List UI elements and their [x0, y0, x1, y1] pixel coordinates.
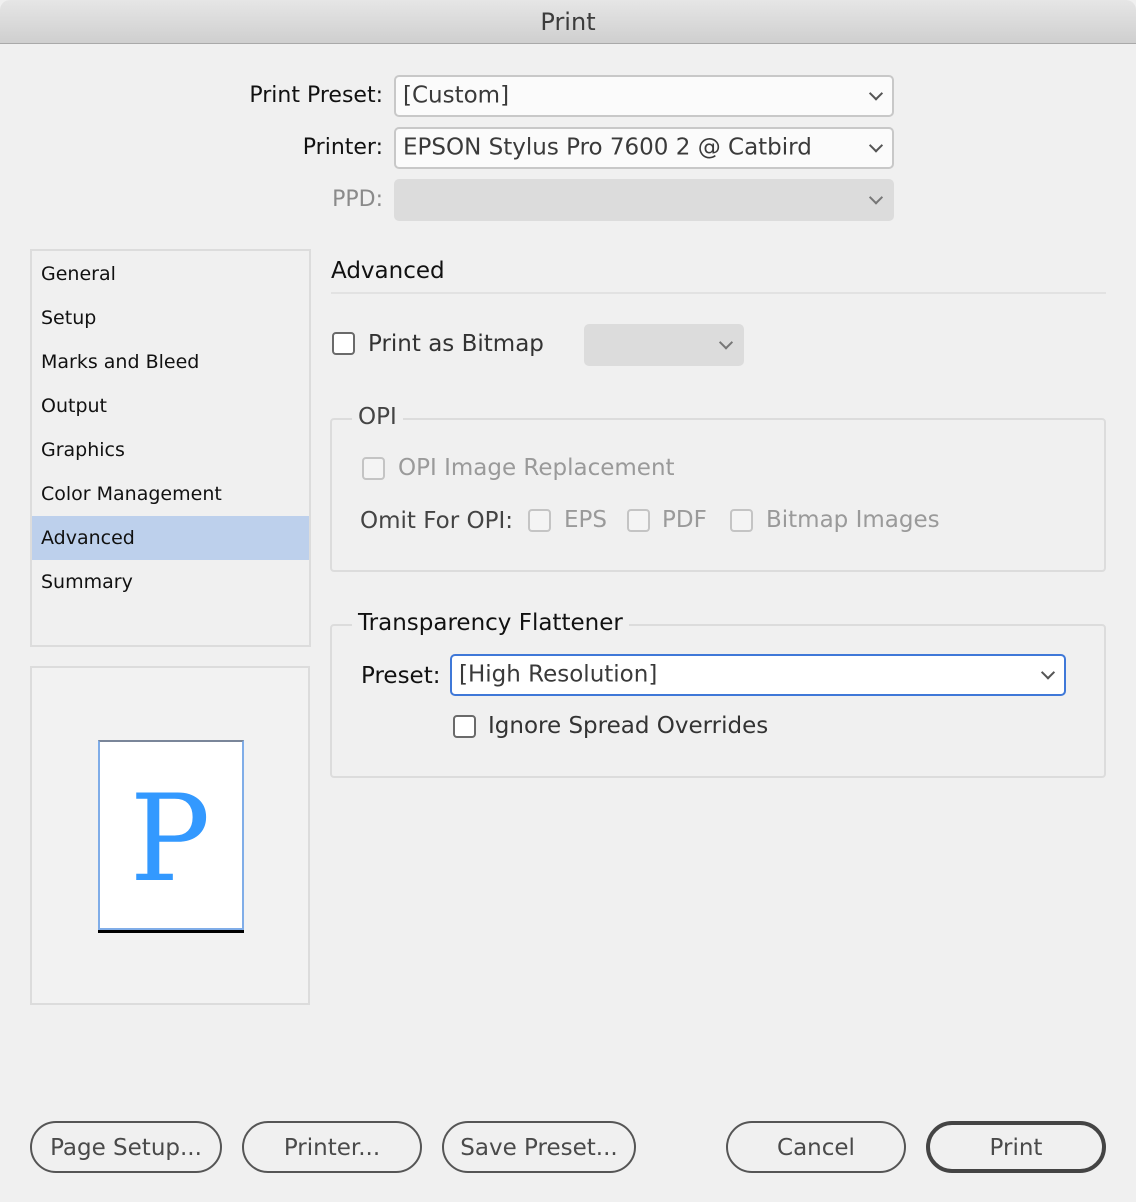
preview-page: P — [98, 740, 244, 930]
category-list: General Setup Marks and Bleed Output Gra… — [30, 249, 311, 647]
sidebar-item-graphics[interactable]: Graphics — [32, 428, 309, 472]
printer-button[interactable]: Printer... — [242, 1121, 422, 1173]
omit-bitmap-images-label: Bitmap Images — [766, 507, 940, 533]
omit-eps-label: EPS — [564, 507, 608, 533]
chevron-down-icon — [868, 190, 884, 205]
chevron-down-icon — [868, 138, 884, 153]
ppd-label: PPD: — [332, 187, 383, 212]
transparency-flattener-group — [330, 624, 1106, 778]
sidebar-item-advanced[interactable]: Advanced — [32, 516, 309, 560]
printer-label: Printer: — [302, 135, 383, 160]
omit-pdf-checkbox[interactable] — [627, 509, 650, 532]
window-title-bar: Print — [0, 0, 1136, 44]
omit-bitmap-images-checkbox[interactable] — [730, 509, 753, 532]
page-setup-button[interactable]: Page Setup... — [30, 1121, 222, 1173]
opi-group-title: OPI — [352, 404, 403, 430]
ignore-spread-overrides-checkbox[interactable] — [453, 715, 476, 738]
sidebar-item-output[interactable]: Output — [32, 384, 309, 428]
flattener-preset-value: [High Resolution] — [459, 661, 658, 688]
transparency-flattener-title: Transparency Flattener — [352, 610, 629, 636]
flattener-preset-select[interactable]: [High Resolution] — [450, 654, 1066, 696]
print-as-bitmap-checkbox[interactable] — [332, 332, 355, 355]
print-preset-select[interactable]: [Custom] — [394, 75, 894, 117]
sidebar-item-marks-and-bleed[interactable]: Marks and Bleed — [32, 340, 309, 384]
sidebar-item-general[interactable]: General — [32, 252, 309, 296]
print-preset-label: Print Preset: — [249, 83, 383, 108]
print-as-bitmap-label: Print as Bitmap — [368, 331, 544, 357]
printer-value: EPSON Stylus Pro 7600 2 @ Catbird — [403, 134, 812, 161]
chevron-down-icon — [1040, 665, 1056, 680]
omit-for-opi-label: Omit For OPI: — [360, 508, 513, 534]
flattener-preset-label: Preset: — [361, 663, 441, 689]
print-button[interactable]: Print — [926, 1121, 1106, 1173]
window-title: Print — [540, 8, 596, 36]
preview-glyph: P — [130, 770, 211, 909]
sidebar-item-color-management[interactable]: Color Management — [32, 472, 309, 516]
opi-image-replacement-checkbox[interactable] — [362, 457, 385, 480]
chevron-down-icon — [718, 335, 734, 350]
save-preset-button[interactable]: Save Preset... — [442, 1121, 636, 1173]
opi-group — [330, 418, 1106, 572]
section-title: Advanced — [331, 258, 445, 284]
ignore-spread-overrides-label: Ignore Spread Overrides — [488, 713, 769, 739]
omit-eps-checkbox[interactable] — [528, 509, 551, 532]
omit-pdf-label: PDF — [662, 507, 707, 533]
page-preview: P — [30, 666, 310, 1005]
opi-image-replacement-label: OPI Image Replacement — [398, 455, 675, 481]
sidebar-item-summary[interactable]: Summary — [32, 560, 309, 604]
page-glyph-icon: P — [130, 770, 211, 909]
printer-select[interactable]: EPSON Stylus Pro 7600 2 @ Catbird — [394, 127, 894, 169]
cancel-button[interactable]: Cancel — [726, 1121, 906, 1173]
print-preset-value: [Custom] — [403, 82, 510, 109]
chevron-down-icon — [868, 86, 884, 101]
section-divider — [331, 292, 1106, 294]
bitmap-resolution-select[interactable] — [584, 324, 744, 366]
sidebar-item-setup[interactable]: Setup — [32, 296, 309, 340]
ppd-select[interactable] — [394, 179, 894, 221]
